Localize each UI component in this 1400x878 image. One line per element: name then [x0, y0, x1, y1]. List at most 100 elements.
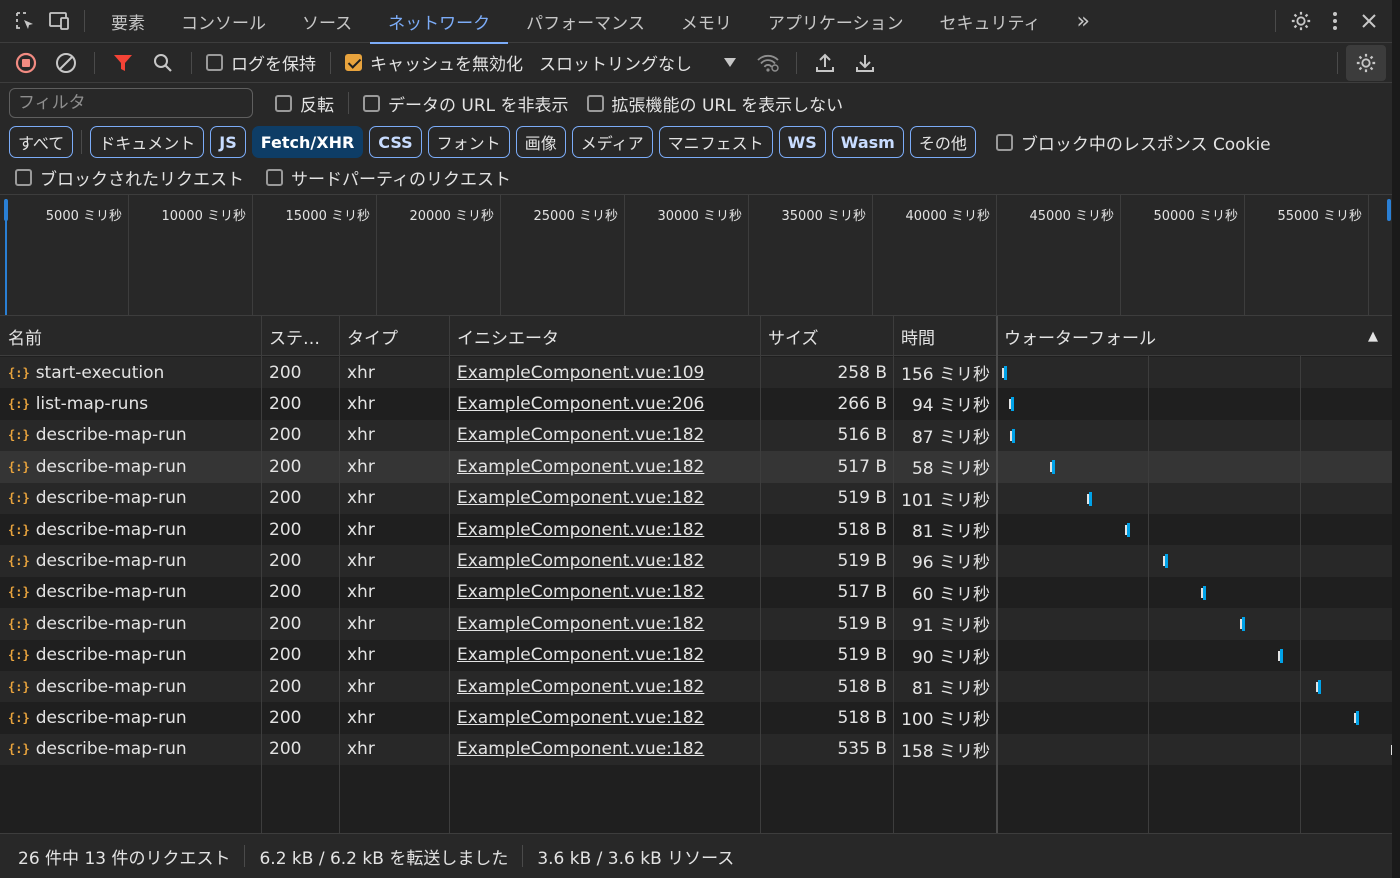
chip-ws[interactable]: WS	[778, 126, 826, 158]
close-icon[interactable]	[1352, 0, 1386, 43]
initiator-link[interactable]: ExampleComponent.vue:182	[457, 488, 704, 508]
checkbox-box[interactable]	[363, 94, 380, 112]
chip-document[interactable]: ドキュメント	[90, 126, 205, 158]
chip-media[interactable]: メディア	[571, 126, 653, 158]
initiator-link[interactable]: ExampleComponent.vue:206	[457, 394, 704, 414]
checkbox-box[interactable]	[206, 54, 223, 71]
invert-checkbox[interactable]: 反転	[275, 91, 334, 116]
request-name-cell[interactable]: {:} list-map-runs	[0, 388, 261, 419]
throttling-select[interactable]: スロットリングなし	[539, 50, 736, 75]
col-header-waterfall[interactable]: ウォーターフォール ▲	[996, 316, 1392, 356]
col-header-initiator[interactable]: イニシエータ	[449, 316, 760, 356]
initiator-link[interactable]: ExampleComponent.vue:182	[457, 708, 704, 728]
kebab-menu-icon[interactable]	[1318, 0, 1352, 43]
tab-3[interactable]: ネットワーク	[370, 0, 509, 44]
tab-4[interactable]: パフォーマンス	[508, 0, 663, 43]
chip-css[interactable]: CSS	[369, 126, 422, 158]
table-row[interactable]: {:} describe-map-run 200 xhr ExampleComponen…	[0, 577, 1392, 608]
chip-font[interactable]: フォント	[427, 126, 510, 158]
network-conditions-wifi-icon[interactable]	[748, 45, 788, 81]
table-row[interactable]: {:} start-execution 200 xhr ExampleComponent…	[0, 357, 1392, 389]
request-name-cell[interactable]: {:} describe-map-run	[0, 483, 261, 514]
initiator-link[interactable]: ExampleComponent.vue:182	[457, 582, 704, 602]
chip-manifest[interactable]: マニフェスト	[658, 126, 773, 158]
checkbox-box[interactable]	[15, 168, 32, 186]
tab-2[interactable]: ソース	[284, 0, 370, 43]
request-name-cell[interactable]: {:} start-execution	[0, 357, 261, 388]
initiator-link[interactable]: ExampleComponent.vue:182	[457, 425, 704, 445]
import-har-upload-icon[interactable]	[805, 45, 845, 81]
tab-7[interactable]: セキュリティ	[922, 0, 1059, 43]
col-header-status[interactable]: ステ…	[261, 316, 339, 356]
request-name-cell[interactable]: {:} describe-map-run	[0, 702, 261, 733]
request-name-cell[interactable]: {:} describe-map-run	[0, 608, 261, 639]
overview-right-handle[interactable]	[1387, 199, 1391, 221]
checkbox-box[interactable]	[586, 94, 604, 112]
request-name-cell[interactable]: {:} describe-map-run	[0, 640, 261, 671]
clear-icon[interactable]	[46, 45, 86, 81]
initiator-link[interactable]: ExampleComponent.vue:182	[457, 551, 704, 571]
chip-all[interactable]: すべて	[9, 126, 74, 158]
request-name-cell[interactable]: {:} describe-map-run	[0, 451, 261, 482]
blocked-requests-checkbox[interactable]: ブロックされたリクエスト	[15, 165, 244, 190]
table-row[interactable]: {:} describe-map-run 200 xhr ExampleComponen…	[0, 702, 1392, 733]
hide-data-urls-checkbox[interactable]: データの URL を非表示	[363, 91, 569, 116]
table-row[interactable]: {:} describe-map-run 200 xhr ExampleComponen…	[0, 545, 1392, 577]
chip-wasm[interactable]: Wasm	[831, 126, 904, 158]
request-name-cell[interactable]: {:} describe-map-run	[0, 577, 261, 608]
hide-extension-urls-checkbox[interactable]: 拡張機能の URL を表示しない	[586, 91, 843, 116]
table-row[interactable]: {:} describe-map-run 200 xhr ExampleComponen…	[0, 640, 1392, 671]
more-tabs-button[interactable]: »	[1058, 0, 1107, 43]
request-name-cell[interactable]: {:} describe-map-run	[0, 734, 261, 765]
col-header-size[interactable]: サイズ	[760, 316, 893, 356]
chip-other[interactable]: その他	[909, 126, 976, 158]
request-name-cell[interactable]: {:} describe-map-run	[0, 545, 261, 576]
tab-0[interactable]: 要素	[93, 0, 163, 43]
tab-5[interactable]: メモリ	[663, 0, 750, 43]
table-row[interactable]: {:} describe-map-run 200 xhr ExampleComponen…	[0, 608, 1392, 640]
blocked-cookies-checkbox[interactable]: ブロック中のレスポンス Cookie	[995, 130, 1271, 155]
disable-cache-checkbox[interactable]: キャッシュを無効化	[345, 50, 523, 75]
device-toolbar-icon[interactable]	[42, 0, 76, 43]
chip-js[interactable]: JS	[210, 126, 246, 158]
table-row[interactable]: {:} describe-map-run 200 xhr ExampleComponen…	[0, 733, 1392, 766]
col-header-type[interactable]: タイプ	[339, 316, 449, 356]
tab-6[interactable]: アプリケーション	[750, 0, 922, 43]
table-row[interactable]: {:} describe-map-run 200 xhr ExampleComponen…	[0, 419, 1392, 452]
filter-funnel-icon[interactable]	[103, 45, 143, 81]
initiator-link[interactable]: ExampleComponent.vue:182	[457, 739, 704, 759]
table-row[interactable]: {:} describe-map-run 200 xhr ExampleComponen…	[0, 671, 1392, 703]
network-settings-gear-icon[interactable]	[1346, 44, 1386, 81]
request-name-cell[interactable]: {:} describe-map-run	[0, 671, 261, 702]
search-icon[interactable]	[143, 45, 183, 81]
tab-1[interactable]: コンソール	[163, 0, 284, 43]
network-overview-timeline[interactable]: 5000 ミリ秒 10000 ミリ秒 15000 ミリ秒 20000 ミリ秒 25000…	[0, 194, 1392, 316]
col-header-name[interactable]: 名前	[0, 316, 261, 356]
initiator-link[interactable]: ExampleComponent.vue:182	[457, 677, 704, 697]
settings-gear-icon[interactable]	[1284, 0, 1318, 43]
initiator-link[interactable]: ExampleComponent.vue:182	[457, 645, 704, 665]
initiator-link[interactable]: ExampleComponent.vue:182	[457, 614, 704, 634]
checkbox-box-checked[interactable]	[345, 54, 362, 71]
table-row[interactable]: {:} describe-map-run 200 xhr ExampleComponen…	[0, 482, 1392, 514]
initiator-link[interactable]: ExampleComponent.vue:109	[457, 363, 704, 383]
request-name-cell[interactable]: {:} describe-map-run	[0, 420, 261, 451]
export-har-download-icon[interactable]	[845, 45, 885, 81]
record-stop-icon[interactable]	[6, 45, 46, 81]
table-row[interactable]: {:} list-map-runs 200 xhr ExampleComponent.v…	[0, 388, 1392, 419]
initiator-link[interactable]: ExampleComponent.vue:182	[457, 457, 704, 477]
checkbox-box[interactable]	[275, 94, 292, 112]
col-header-time[interactable]: 時間	[893, 316, 996, 356]
inspect-element-icon[interactable]	[8, 0, 42, 43]
third-party-checkbox[interactable]: サードパーティのリクエスト	[266, 165, 511, 190]
preserve-log-checkbox[interactable]: ログを保持	[206, 50, 316, 75]
filter-input[interactable]	[9, 88, 253, 118]
table-row[interactable]: {:} describe-map-run 200 xhr ExampleComponen…	[0, 451, 1392, 483]
initiator-link[interactable]: ExampleComponent.vue:182	[457, 520, 704, 540]
chip-image[interactable]: 画像	[515, 126, 566, 158]
table-row[interactable]: {:} describe-map-run 200 xhr ExampleComponen…	[0, 514, 1392, 545]
checkbox-box[interactable]	[995, 133, 1013, 151]
checkbox-box[interactable]	[266, 168, 283, 186]
request-name-cell[interactable]: {:} describe-map-run	[0, 514, 261, 545]
chip-fetch-xhr[interactable]: Fetch/XHR	[251, 126, 364, 158]
